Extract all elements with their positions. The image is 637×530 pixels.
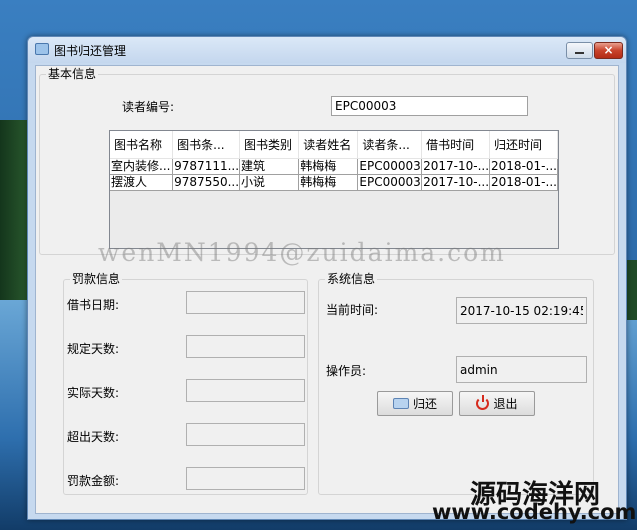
basic-info-group: 基本信息 读者编号: 图书名称 图书条... 图书类别 读者姓名 [39,67,615,255]
operator-field[interactable] [456,356,587,383]
overdue-days-label: 超出天数: [67,430,120,444]
table-cell: 2017-10-... [421,174,491,191]
minimize-button[interactable] [566,42,593,59]
table-row[interactable]: 摆渡人 9787550... 小说 韩梅梅 EPC00003 2017-10-.… [110,174,558,191]
column-header[interactable]: 借书时间 [421,131,491,159]
actual-days-label: 实际天数: [67,386,120,400]
current-time-label: 当前时间: [326,303,379,317]
window-title: 图书归还管理 [54,44,127,58]
table-cell: 2018-01-... [489,174,558,191]
reader-id-label: 读者编号: [122,100,175,114]
exit-button-label: 退出 [493,397,518,411]
table-cell: 小说 [239,174,300,191]
basic-info-legend: 基本信息 [46,67,99,81]
fine-amount-label: 罚款金额: [67,474,120,488]
table-cell: 9787111... [172,158,241,175]
fine-amount-field[interactable] [186,467,305,490]
table-cell: 韩梅梅 [298,158,359,175]
return-button-label: 归还 [412,397,437,411]
table-cell: 韩梅梅 [298,174,359,191]
fine-info-legend: 罚款信息 [70,272,123,286]
grid-header-row: 图书名称 图书条... 图书类别 读者姓名 读者条... 借书时间 归还时间 [110,131,558,159]
app-icon [35,43,49,55]
background-trees [0,120,30,300]
watermark-text: wenMN1994@zuidaima.com [98,238,506,267]
table-cell: EPC00003 [357,158,423,175]
table-cell: 9787550... [172,174,241,191]
allowed-days-field[interactable] [186,335,305,358]
column-header[interactable]: 读者条... [357,131,423,159]
table-cell: 建筑 [239,158,300,175]
borrow-date-label: 借书日期: [67,298,120,312]
fine-info-group: 罚款信息 借书日期: 规定天数: 实际天数: 超出天数: 罚款金额: [63,272,308,495]
borrow-date-field[interactable] [186,291,305,314]
current-time-field[interactable] [456,297,587,324]
client-area: 基本信息 读者编号: 图书名称 图书条... 图书类别 读者姓名 [35,65,619,514]
title-bar[interactable]: 图书归还管理 × [28,37,626,63]
reader-id-input[interactable] [331,96,528,116]
book-return-window: 图书归还管理 × 基本信息 读者编号: 图书名称 图书条... [27,36,627,520]
site-url-watermark: www.codehy.com [432,500,637,524]
exit-button[interactable]: 退出 [459,391,535,416]
system-info-group: 系统信息 当前时间: 操作员: 归还 退出 [318,272,594,495]
table-row[interactable]: 室内装修... 9787111... 建筑 韩梅梅 EPC00003 2017-… [110,158,558,175]
operator-label: 操作员: [326,364,367,378]
return-button[interactable]: 归还 [377,391,453,416]
column-header[interactable]: 图书条... [172,131,241,159]
column-header[interactable]: 图书名称 [110,131,174,159]
return-icon [392,398,409,409]
system-info-legend: 系统信息 [325,272,378,286]
overdue-days-field[interactable] [186,423,305,446]
power-icon [476,395,490,410]
column-header[interactable]: 归还时间 [489,131,558,159]
table-cell: 室内装修... [110,158,174,175]
allowed-days-label: 规定天数: [67,342,120,356]
table-cell: 2018-01-... [489,158,558,175]
table-cell: 摆渡人 [110,174,174,191]
table-cell: EPC00003 [357,174,423,191]
actual-days-field[interactable] [186,379,305,402]
table-cell: 2017-10-... [421,158,491,175]
close-button[interactable]: × [594,42,623,59]
borrow-records-grid[interactable]: 图书名称 图书条... 图书类别 读者姓名 读者条... 借书时间 归还时间 室… [109,130,559,249]
column-header[interactable]: 图书类别 [239,131,300,159]
column-header[interactable]: 读者姓名 [298,131,359,159]
